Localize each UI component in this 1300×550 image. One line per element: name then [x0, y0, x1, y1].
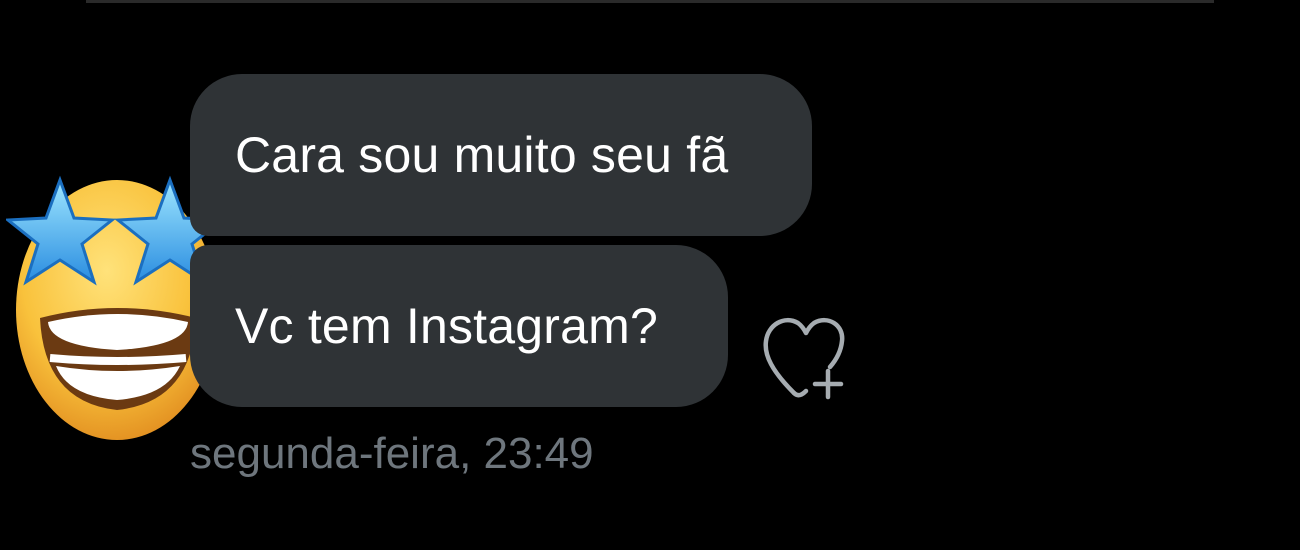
- message-text: Cara sou muito seu fã: [235, 127, 729, 183]
- message-text: Vc tem Instagram?: [235, 298, 659, 354]
- message-bubble[interactable]: Vc tem Instagram?: [190, 245, 728, 407]
- message-timestamp: segunda-feira, 23:49: [190, 429, 594, 478]
- dm-conversation: Cara sou muito seu fã Vc tem Instagram? …: [0, 0, 1300, 550]
- message-bubble[interactable]: Cara sou muito seu fã: [190, 74, 812, 236]
- top-divider: [86, 0, 1214, 3]
- heart-plus-icon[interactable]: [758, 305, 850, 403]
